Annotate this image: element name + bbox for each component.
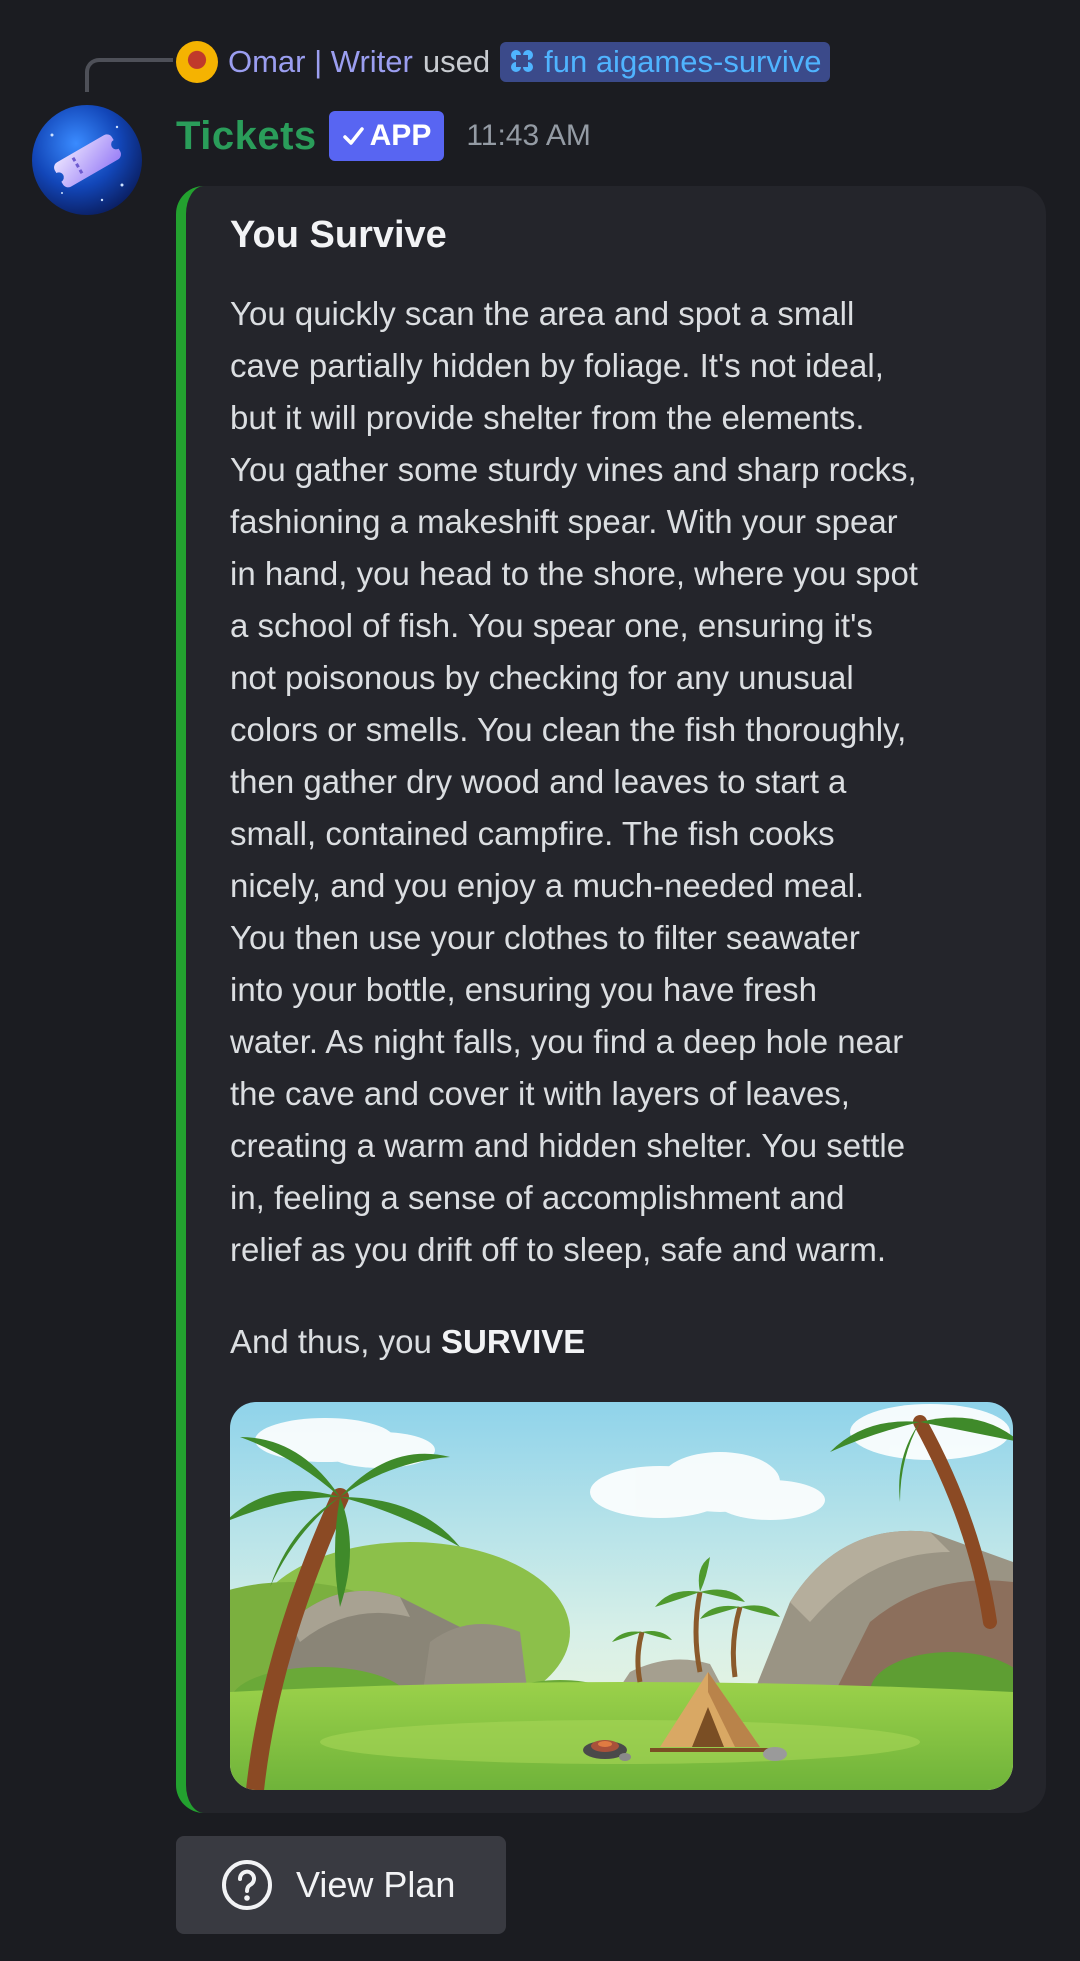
description-line: You gather some sturdy vines and sharp r… bbox=[230, 451, 917, 488]
description-line: cave partially hidden by foliage. It's n… bbox=[230, 347, 884, 384]
description-line: You quickly scan the area and spot a sma… bbox=[230, 295, 855, 332]
description-line: fashioning a makeshift spear. With your … bbox=[230, 503, 898, 540]
view-plan-label: View Plan bbox=[296, 1864, 456, 1905]
embed-title: You Survive bbox=[230, 214, 447, 256]
reply-user-avatar[interactable] bbox=[176, 41, 218, 83]
outro-text: And thus, you bbox=[230, 1323, 441, 1360]
description-line: creating a warm and hidden shelter. You … bbox=[230, 1127, 906, 1164]
message-embed: You Survive You quickly scan the area an… bbox=[176, 186, 1046, 1813]
app-badge-label: APP bbox=[369, 119, 432, 152]
reply-context: Omar | Writer used fun aigames-survive bbox=[176, 40, 830, 84]
app-badge: APP bbox=[328, 111, 445, 161]
description-line: in hand, you head to the shore, where yo… bbox=[230, 555, 918, 592]
description-line: into your bottle, ensuring you have fres… bbox=[230, 971, 818, 1008]
bot-avatar[interactable] bbox=[32, 105, 142, 215]
reply-used-text: used bbox=[422, 44, 491, 79]
description-line: nicely, and you enjoy a much-needed meal… bbox=[230, 867, 865, 904]
reply-username[interactable]: Omar | Writer bbox=[228, 44, 413, 80]
slash-command-name: fun aigames-survive bbox=[544, 44, 822, 79]
slash-command-mention[interactable]: fun aigames-survive bbox=[500, 42, 830, 82]
checkmark-icon bbox=[342, 127, 364, 145]
description-line: then gather dry wood and leaves to start… bbox=[230, 763, 847, 800]
message-header: Tickets APP 11:43 AM bbox=[176, 108, 591, 164]
description-line: colors or smells. You clean the fish tho… bbox=[230, 711, 907, 748]
description-line: not poisonous by checking for any unusua… bbox=[230, 659, 854, 696]
description-line: You then use your clothes to filter seaw… bbox=[230, 919, 860, 956]
command-icon bbox=[511, 50, 534, 72]
description-line: a school of fish. You spear one, ensurin… bbox=[230, 607, 873, 644]
embed-outro: And thus, you SURVIVE bbox=[230, 1316, 585, 1368]
description-line: small, contained campfire. The fish cook… bbox=[230, 815, 835, 852]
description-line: but it will provide shelter from the ele… bbox=[230, 399, 865, 436]
description-line: relief as you drift off to sleep, safe a… bbox=[230, 1231, 887, 1268]
description-line: water. As night falls, you find a deep h… bbox=[230, 1023, 904, 1060]
embed-description: You quickly scan the area and spot a sma… bbox=[230, 288, 1020, 1276]
description-line: the cave and cover it with layers of lea… bbox=[230, 1075, 850, 1112]
message-timestamp[interactable]: 11:43 AM bbox=[466, 119, 591, 153]
bot-username[interactable]: Tickets bbox=[176, 114, 317, 159]
island-scene-illustration bbox=[230, 1402, 1013, 1790]
question-circle-icon bbox=[222, 1860, 272, 1910]
reply-connector-line bbox=[85, 58, 173, 92]
embed-image[interactable] bbox=[230, 1402, 1013, 1790]
outro-emphasis: SURVIVE bbox=[440, 1323, 586, 1360]
ticket-icon bbox=[50, 125, 124, 202]
view-plan-button[interactable]: View Plan bbox=[176, 1836, 506, 1934]
description-line: in, feeling a sense of accomplishment an… bbox=[230, 1179, 845, 1216]
